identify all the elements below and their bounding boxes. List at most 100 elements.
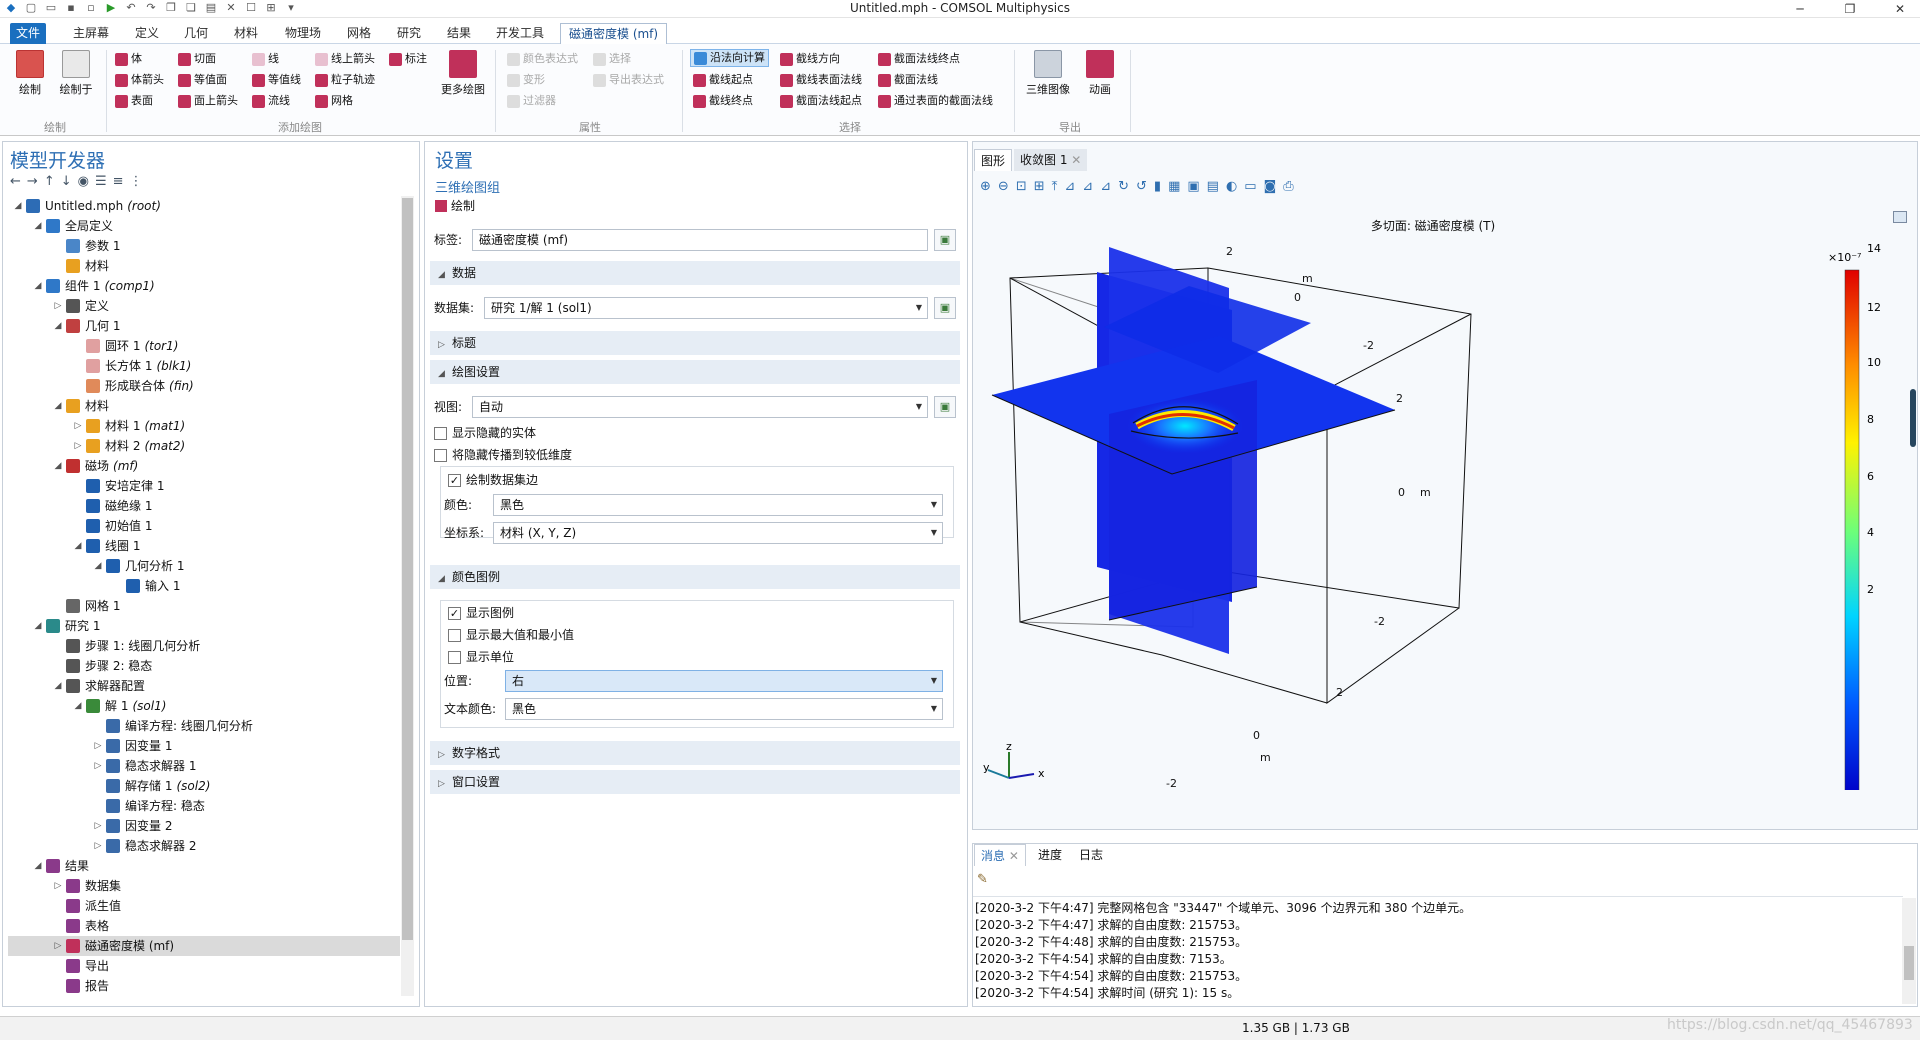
draw-button[interactable]: 绘制: [8, 50, 52, 97]
up-arrow-icon[interactable]: ↑: [44, 174, 61, 189]
image-3d-button[interactable]: 三维图像: [1022, 50, 1074, 97]
tree-item[interactable]: 步骤 1: 线圈几何分析: [8, 636, 400, 656]
tab-physics[interactable]: 物理场: [285, 25, 321, 44]
filter-button[interactable]: 过滤器: [507, 92, 556, 110]
close-icon[interactable]: ✕: [1009, 849, 1019, 863]
view-select[interactable]: 自动 ▼: [472, 396, 928, 418]
text-color-select[interactable]: 黑色 ▼: [505, 698, 943, 720]
checkbox-show-legend[interactable]: ✓ 显示图例: [448, 605, 514, 621]
view-goto-button[interactable]: ▣: [934, 396, 956, 418]
tree-item[interactable]: 形成联合体 (fin): [8, 376, 400, 396]
tab-geometry[interactable]: 几何: [184, 25, 208, 44]
plot-volume[interactable]: 体: [115, 50, 142, 68]
tree-menu-icon[interactable]: ⋮: [130, 174, 149, 189]
tab-progress[interactable]: 进度: [1032, 844, 1068, 866]
plot-arrow-volume[interactable]: 体箭头: [115, 71, 164, 89]
tab-home[interactable]: 主屏幕: [73, 25, 109, 44]
tree-toggle-icon[interactable]: ◢: [12, 196, 24, 216]
coord-select[interactable]: 材料 (X, Y, Z) ▼: [493, 522, 943, 544]
compute-along-normal[interactable]: 沿法向计算: [690, 49, 769, 67]
cut-line-direction[interactable]: 截线方向: [780, 50, 840, 68]
plot-slice[interactable]: 切面: [178, 50, 216, 68]
scene-icon[interactable]: ▭: [1244, 179, 1263, 194]
animation-button[interactable]: 动画: [1078, 50, 1122, 97]
tab-file[interactable]: 文件: [10, 23, 47, 44]
plot-streamline[interactable]: 流线: [252, 92, 290, 110]
plot-annotation[interactable]: 标注: [389, 50, 427, 68]
tree-item[interactable]: ▷ 磁通密度模 (mf): [8, 936, 400, 956]
tree-toggle-icon[interactable]: ▷: [72, 436, 84, 456]
tree-item[interactable]: 编译方程: 稳态: [8, 796, 400, 816]
tree-item[interactable]: ◢ 线圈 1: [8, 536, 400, 556]
checkbox-show-units[interactable]: 显示单位: [448, 649, 514, 665]
more-plots-button[interactable]: 更多绘图: [438, 50, 488, 97]
tree-item[interactable]: ◢ 研究 1: [8, 616, 400, 636]
tree-item[interactable]: 输入 1: [8, 576, 400, 596]
tree-toggle-icon[interactable]: ◢: [72, 536, 84, 556]
dataset-goto-button[interactable]: ▣: [934, 297, 956, 319]
show-icon[interactable]: ◉: [78, 174, 95, 189]
tree-item[interactable]: 参数 1: [8, 236, 400, 256]
tree-item[interactable]: 安培定律 1: [8, 476, 400, 496]
zoom-in-icon[interactable]: ⊕: [980, 179, 998, 194]
checkbox-show-hidden[interactable]: 显示隐藏的实体: [434, 425, 536, 441]
clear-broom-icon[interactable]: ✎: [977, 872, 988, 887]
tab-developer[interactable]: 开发工具: [496, 25, 544, 44]
tree-toggle-icon[interactable]: ▷: [92, 736, 104, 756]
tree-toggle-icon[interactable]: ▷: [52, 936, 64, 956]
color-select[interactable]: 黑色 ▼: [493, 494, 943, 516]
tab-mesh[interactable]: 网格: [347, 25, 371, 44]
plot-canvas[interactable]: 2 m 0 -2 2 0 m -2 2 0 m -2 z y x ×10⁻⁷ 1…: [972, 230, 1918, 790]
tab-results[interactable]: 结果: [447, 25, 471, 44]
yz-view-icon[interactable]: ⊿: [1082, 179, 1100, 194]
cut-plane-normal[interactable]: 截面法线: [878, 71, 938, 89]
color-expression-button[interactable]: 颜色表达式: [507, 50, 578, 68]
draw-into-button[interactable]: 绘制于: [54, 50, 98, 97]
tree-item[interactable]: ◢ 解 1 (sol1): [8, 696, 400, 716]
tree-toggle-icon[interactable]: ◢: [72, 696, 84, 716]
tab-graphics[interactable]: 图形: [974, 149, 1013, 171]
tab-plot-group[interactable]: 磁通密度模 (mf): [560, 23, 668, 45]
image-snapshot-icon[interactable]: ◙: [1264, 179, 1284, 194]
checkbox-plot-dataset-edges[interactable]: ✓ 绘制数据集边: [448, 472, 538, 488]
legend-toggle-icon[interactable]: [1893, 211, 1907, 223]
tree-item[interactable]: 解存储 1 (sol2): [8, 776, 400, 796]
tree-toggle-icon[interactable]: ◢: [32, 616, 44, 636]
checkbox-show-maxmin[interactable]: 显示最大值和最小值: [448, 627, 574, 643]
position-select[interactable]: 右 ▼: [505, 670, 943, 692]
section-color-legend[interactable]: ◢ 颜色图例: [430, 565, 960, 589]
tree-toggle-icon[interactable]: ◢: [32, 856, 44, 876]
tree-item[interactable]: 网格 1: [8, 596, 400, 616]
camera-view-icon[interactable]: ▮: [1154, 179, 1168, 194]
tree-scrollbar-thumb[interactable]: [402, 198, 413, 940]
tree-toggle-icon[interactable]: ▷: [52, 296, 64, 316]
xy-view-icon[interactable]: ⊿: [1064, 179, 1082, 194]
cut-line-surface-normal[interactable]: 截线表面法线: [780, 71, 862, 89]
section-title[interactable]: ▷ 标题: [430, 331, 960, 355]
export-expression-button[interactable]: 导出表达式: [593, 71, 664, 89]
tab-definitions[interactable]: 定义: [135, 25, 159, 44]
zoom-out-icon[interactable]: ⊖: [998, 179, 1016, 194]
cut-plane-through-surface[interactable]: 通过表面的截面法线: [878, 92, 993, 110]
section-window-settings[interactable]: ▷ 窗口设置: [430, 770, 960, 794]
print-icon[interactable]: ⎙: [1283, 179, 1300, 194]
tree-item[interactable]: ◢ 磁场 (mf): [8, 456, 400, 476]
tree-item[interactable]: ◢ 求解器配置: [8, 676, 400, 696]
transparency-icon[interactable]: ▣: [1187, 179, 1206, 194]
section-plot-settings[interactable]: ◢ 绘图设置: [430, 360, 960, 384]
tree-item[interactable]: ◢ 全局定义: [8, 216, 400, 236]
cut-line-end[interactable]: 截线终点: [693, 92, 753, 110]
tree-toggle-icon[interactable]: ▷: [92, 756, 104, 776]
messages-scrollbar[interactable]: [1902, 898, 1916, 1004]
close-icon[interactable]: ✕: [1071, 153, 1081, 167]
tree-item[interactable]: 编译方程: 线圈几何分析: [8, 716, 400, 736]
checkbox-propagate-hidden[interactable]: 将隐藏传播到较低维度: [434, 447, 572, 463]
tree-item[interactable]: ▷ 定义: [8, 296, 400, 316]
tree-toggle-icon[interactable]: ◢: [52, 316, 64, 336]
dataset-select[interactable]: 研究 1/解 1 (sol1) ▼: [484, 297, 928, 319]
wireframe-icon[interactable]: ▤: [1207, 179, 1226, 194]
tree-toggle-icon[interactable]: ▷: [92, 836, 104, 856]
tree-item[interactable]: ▷ 材料 2 (mat2): [8, 436, 400, 456]
label-field[interactable]: 磁通密度模 (mf): [472, 229, 928, 251]
tree-item[interactable]: 导出: [8, 956, 400, 976]
